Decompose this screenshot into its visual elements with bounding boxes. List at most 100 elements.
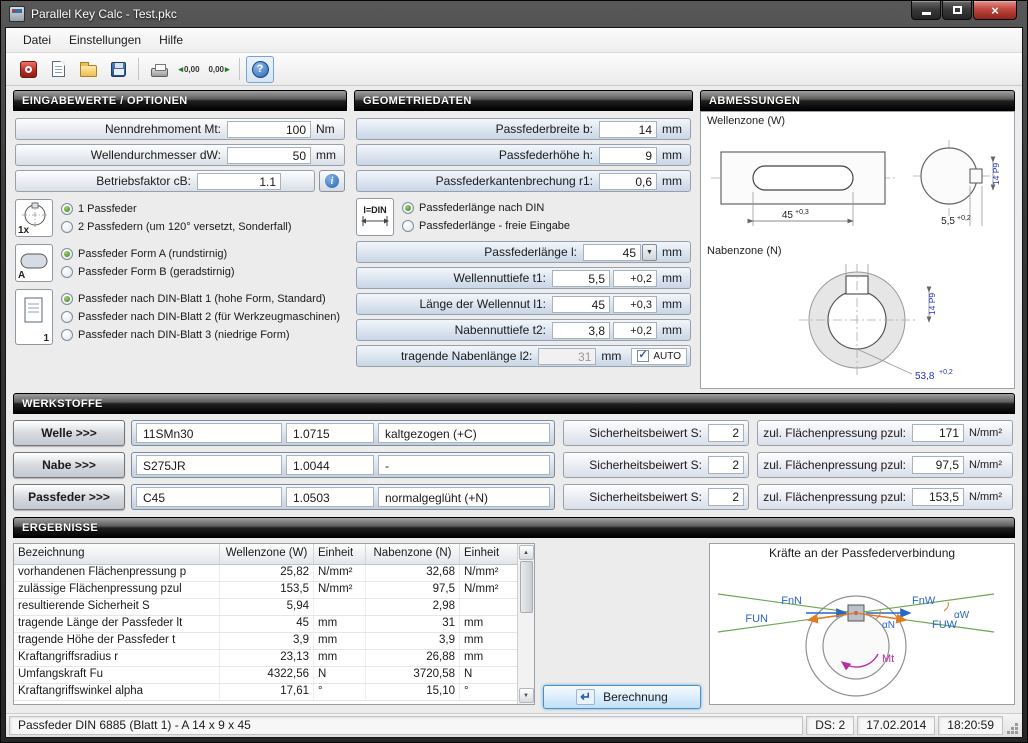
- col-bezeichnung[interactable]: Bezeichnung: [14, 544, 220, 564]
- pressure-label: zul. Flächenpressung pzul:: [762, 458, 912, 472]
- resize-grip[interactable]: [1006, 722, 1019, 735]
- field-passfederlaenge: Passfederlänge l: 45 ▼ mm: [356, 241, 691, 263]
- open-file-button[interactable]: [74, 56, 102, 83]
- chevron-down-icon: ▼: [646, 249, 653, 256]
- berechnung-button[interactable]: ↵ Berechnung: [543, 685, 701, 709]
- menu-hilfe[interactable]: Hilfe: [150, 30, 192, 50]
- col-einheit-n[interactable]: Einheit: [460, 544, 512, 564]
- field-unit: mm: [657, 297, 687, 311]
- welle-pressure-value: 171: [912, 424, 964, 442]
- status-summary: Passfeder DIN 6885 (Blatt 1) - A 14 x 9 …: [9, 716, 803, 735]
- table-row: tragende Höhe der Passfeder t3,9mm3,9mm: [14, 633, 517, 650]
- radio-button[interactable]: [61, 266, 73, 278]
- radio-length-din[interactable]: Passfederlänge nach DIN: [402, 199, 691, 217]
- radio-button[interactable]: [402, 220, 414, 232]
- col-wellenzone[interactable]: Wellenzone (W): [220, 544, 314, 564]
- close-button[interactable]: ×: [973, 1, 1017, 20]
- radio-label[interactable]: Passfeder nach DIN-Blatt 3 (niedrige For…: [78, 329, 290, 341]
- passfeder-safety-input[interactable]: 2: [708, 488, 744, 506]
- shaft-depth-tol: +0,2: [957, 215, 971, 222]
- wellennuttiefe-input[interactable]: 5,5: [552, 270, 610, 287]
- radio-din-blatt-2[interactable]: Passfeder nach DIN-Blatt 2 (für Werkzeug…: [61, 308, 345, 326]
- radio-form-a[interactable]: Passfeder Form A (rundstirnig): [61, 245, 345, 263]
- radio-label[interactable]: Passfederlänge nach DIN: [419, 202, 544, 214]
- din-sheet-icon-label: 1: [43, 333, 49, 344]
- nabe-material-field[interactable]: S275JR 1.0044 -: [131, 452, 555, 478]
- radio-button[interactable]: [61, 221, 73, 233]
- field-label: Wellendurchmesser dW:: [19, 148, 227, 162]
- radio-label[interactable]: Passfederlänge - freie Eingabe: [419, 220, 570, 232]
- angle-label-w: αW: [954, 610, 970, 621]
- length-dropdown-button[interactable]: ▼: [642, 244, 657, 261]
- nabe-safety-input[interactable]: 2: [708, 456, 744, 474]
- radio-button[interactable]: [61, 329, 73, 341]
- kantenbrechung-input[interactable]: 0,6: [599, 173, 657, 190]
- nenndrehmoment-input[interactable]: 100: [227, 121, 311, 138]
- table-scrollbar[interactable]: ▲ ▼: [517, 544, 534, 704]
- auto-checkbox[interactable]: [637, 350, 649, 362]
- status-date: 17.02.2014: [857, 716, 935, 735]
- help-button[interactable]: ?: [246, 56, 274, 83]
- passfederhoehe-input[interactable]: 9: [599, 147, 657, 164]
- radio-two-keys[interactable]: 2 Passfedern (um 120° versetzt, Sonderfa…: [61, 218, 345, 236]
- col-einheit-w[interactable]: Einheit: [314, 544, 366, 564]
- arrow-up-icon: ▲: [523, 550, 529, 556]
- titlebar[interactable]: Parallel Key Calc - Test.pkc ×: [5, 1, 1023, 27]
- maximize-button[interactable]: [942, 1, 972, 20]
- pressure-unit: N/mm²: [964, 427, 1008, 439]
- shaft-length-tol: +0,3: [795, 209, 809, 216]
- welle-button[interactable]: Welle >>>: [13, 420, 125, 446]
- passfeder-material-field[interactable]: C45 1.0503 normalgeglüht (+N): [131, 484, 555, 510]
- decimals-increase-button[interactable]: ◂0,00: [175, 56, 203, 83]
- radio-button[interactable]: [61, 311, 73, 323]
- decimals-decrease-button[interactable]: 0,00▸: [205, 56, 233, 83]
- passfederbreite-input[interactable]: 14: [599, 121, 657, 138]
- field-unit: mm: [657, 271, 687, 285]
- scroll-down-button[interactable]: ▼: [519, 688, 534, 703]
- menu-einstellungen[interactable]: Einstellungen: [60, 30, 150, 50]
- scrollbar-thumb[interactable]: [520, 561, 533, 613]
- radio-length-free[interactable]: Passfederlänge - freie Eingabe: [402, 217, 691, 235]
- nabennuttiefe-input[interactable]: 3,8: [552, 322, 610, 339]
- radio-one-key[interactable]: 1 Passfeder: [61, 200, 345, 218]
- welle-safety-input[interactable]: 2: [708, 424, 744, 442]
- radio-button[interactable]: [61, 293, 73, 305]
- radio-button[interactable]: [402, 202, 414, 214]
- radio-button[interactable]: [61, 203, 73, 215]
- new-file-button[interactable]: [44, 56, 72, 83]
- auto-toggle[interactable]: AUTO: [631, 348, 687, 365]
- table-row: Kraftangriffswinkel alpha17,61°15,10°: [14, 684, 517, 701]
- radio-label[interactable]: Passfeder Form B (geradstirnig): [78, 266, 235, 278]
- radio-label[interactable]: Passfeder nach DIN-Blatt 2 (für Werkzeug…: [78, 311, 340, 323]
- radio-label[interactable]: 1 Passfeder: [78, 203, 137, 215]
- wellennutlaenge-input[interactable]: 45: [552, 296, 610, 313]
- toolbar-separator: [239, 58, 240, 80]
- radio-label[interactable]: 2 Passfedern (um 120° versetzt, Sonderfa…: [78, 221, 292, 233]
- field-unit: mm: [657, 245, 687, 259]
- info-button[interactable]: i: [319, 170, 345, 192]
- passfederlaenge-input[interactable]: 45: [583, 244, 641, 261]
- exit-button[interactable]: [14, 56, 42, 83]
- welle-material-field[interactable]: 11SMn30 1.0715 kaltgezogen (+C): [131, 420, 555, 446]
- save-button[interactable]: [104, 56, 132, 83]
- radio-din-blatt-1[interactable]: Passfeder nach DIN-Blatt 1 (hohe Form, S…: [61, 290, 345, 308]
- radio-label[interactable]: Passfeder Form A (rundstirnig): [78, 248, 227, 260]
- field-unit: mm: [311, 148, 341, 162]
- shaft-length-dim: 45: [782, 210, 794, 221]
- print-button[interactable]: [145, 56, 173, 83]
- menu-datei[interactable]: Datei: [14, 30, 60, 50]
- field-label: Wellennuttiefe t1:: [360, 271, 552, 285]
- radio-din-blatt-3[interactable]: Passfeder nach DIN-Blatt 3 (niedrige For…: [61, 326, 345, 344]
- col-nabenzone[interactable]: Nabenzone (N): [366, 544, 460, 564]
- passfeder-button[interactable]: Passfeder >>>: [13, 484, 125, 510]
- field-wellennutlaenge: Länge der Wellennut l1: 45 +0,3 mm: [356, 293, 691, 315]
- nabe-button[interactable]: Nabe >>>: [13, 452, 125, 478]
- minimize-button[interactable]: [911, 1, 941, 20]
- radio-label[interactable]: Passfeder nach DIN-Blatt 1 (hohe Form, S…: [78, 293, 326, 305]
- wellendurchmesser-input[interactable]: 50: [227, 147, 311, 164]
- nabe-safety-field: Sicherheitsbeiwert S: 2: [563, 452, 749, 478]
- scroll-up-button[interactable]: ▲: [519, 545, 534, 560]
- radio-button[interactable]: [61, 248, 73, 260]
- radio-form-b[interactable]: Passfeder Form B (geradstirnig): [61, 263, 345, 281]
- betriebsfaktor-input[interactable]: 1.1: [197, 173, 281, 190]
